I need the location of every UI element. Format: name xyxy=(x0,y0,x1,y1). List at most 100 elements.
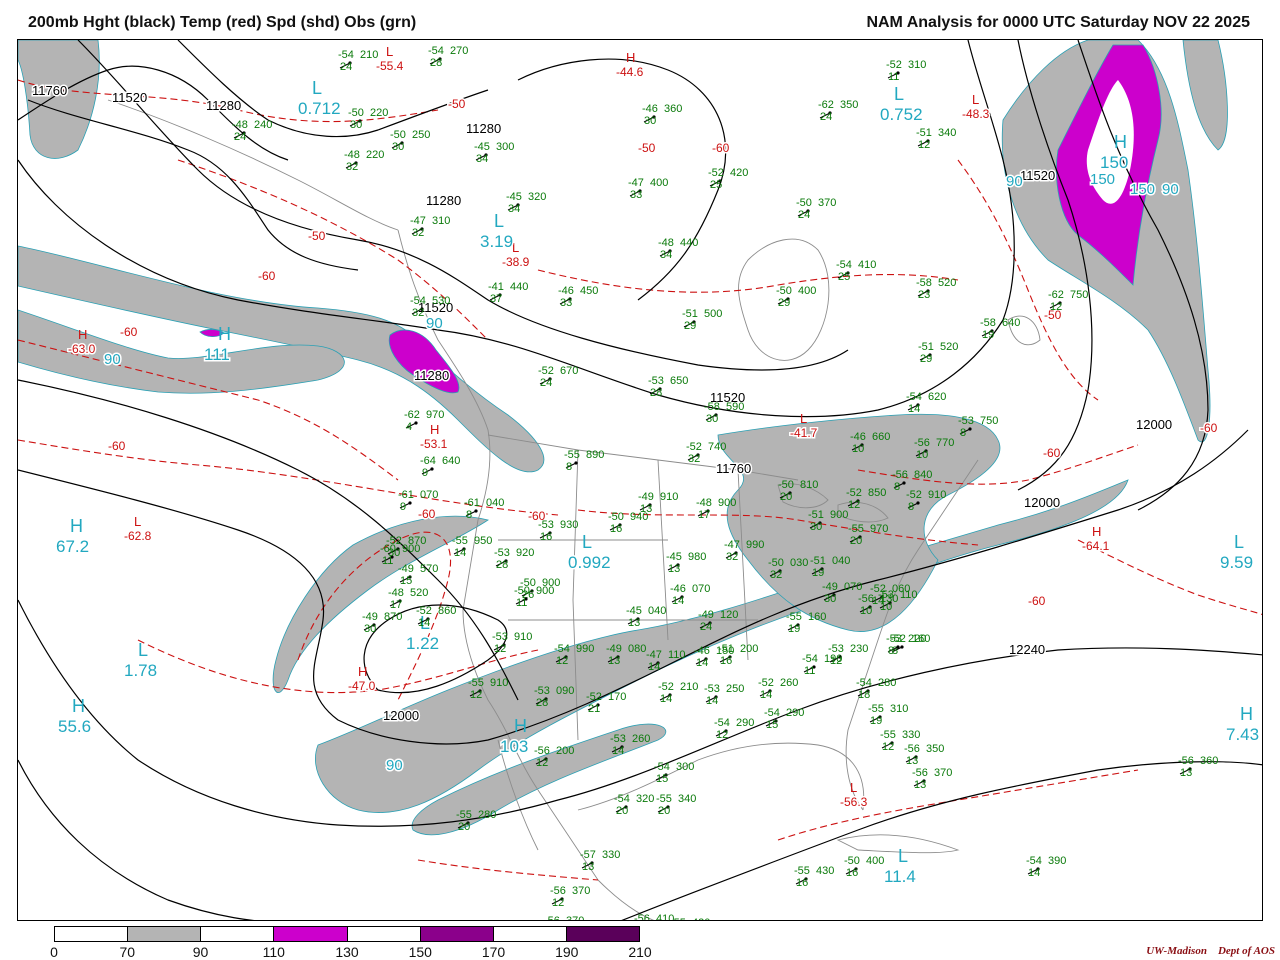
obs-temp: -58 xyxy=(980,317,996,329)
legend-label: 130 xyxy=(335,944,359,960)
obs-dewpoint-depression: 18 xyxy=(858,689,870,701)
obs-dewpoint-depression: 15 xyxy=(766,719,778,731)
obs-height: 440 xyxy=(680,237,698,249)
obs-temp: -61 xyxy=(464,497,480,509)
speed-extrema-value: 0.992 xyxy=(568,553,611,572)
obs-height: 420 xyxy=(692,917,710,921)
legend-bin-2 xyxy=(201,927,275,941)
obs-dewpoint-depression: 19 xyxy=(870,715,882,727)
obs-dewpoint-depression: 19 xyxy=(982,329,994,341)
isotach-label: 150 xyxy=(1130,181,1155,198)
obs-temp: -50 xyxy=(514,585,530,597)
obs-dewpoint-depression: 32 xyxy=(412,227,424,239)
speed-extrema-value: 103 xyxy=(500,737,528,756)
obs-dewpoint-depression: 28 xyxy=(650,387,662,399)
obs-temp: -46 xyxy=(850,431,866,443)
obs-height: 320 xyxy=(636,793,654,805)
obs-height: 220 xyxy=(366,149,384,161)
obs-height: 370 xyxy=(566,915,584,921)
height-label: 11280 xyxy=(206,98,241,113)
height-label: 12000 xyxy=(1024,495,1060,510)
obs-temp: -52 xyxy=(906,489,922,501)
obs-height: 900 xyxy=(830,509,848,521)
obs-height: 620 xyxy=(928,391,946,403)
weather-map[interactable]: 11760 11520 11280 11280 11520 11280 11520 11520… xyxy=(17,39,1263,921)
obs-dewpoint-depression: 13 xyxy=(914,779,926,791)
obs-height: 310 xyxy=(908,59,926,71)
height-label: 11760 xyxy=(32,83,67,98)
obs-temp: -52 xyxy=(586,691,602,703)
obs-dewpoint-depression: 14 xyxy=(454,547,466,559)
obs-dewpoint-depression: 12 xyxy=(830,655,842,667)
obs-dewpoint-depression: 12 xyxy=(1050,301,1062,313)
obs-height: 520 xyxy=(410,587,428,599)
obs-height: 200 xyxy=(740,643,758,655)
obs-dewpoint-depression: 4 xyxy=(406,421,412,433)
obs-dewpoint-depression: 12 xyxy=(552,897,564,909)
obs-temp: -52 xyxy=(538,365,554,377)
obs-temp: -62 xyxy=(404,409,420,421)
obs-temp: -45 xyxy=(506,191,522,203)
obs-temp: -49 xyxy=(398,563,414,575)
height-label: 11280 xyxy=(414,368,449,383)
obs-temp: -53 xyxy=(704,683,720,695)
obs-temp: -54 xyxy=(1026,855,1042,867)
obs-temp: -54 xyxy=(714,717,730,729)
height-label: 12240 xyxy=(1009,642,1045,657)
obs-height: 420 xyxy=(730,167,748,179)
obs-dewpoint-depression: 33 xyxy=(630,189,642,201)
obs-dewpoint-depression: 30 xyxy=(350,119,362,131)
legend-bin-6 xyxy=(493,927,567,941)
obs-dewpoint-depression: 30 xyxy=(644,115,656,127)
obs-temp: -50 xyxy=(844,855,860,867)
obs-dewpoint-depression: 8 xyxy=(960,427,966,439)
obs-temp: -49 xyxy=(606,643,622,655)
obs-height: 370 xyxy=(934,767,952,779)
obs-height: 360 xyxy=(1200,755,1218,767)
obs-height: 200 xyxy=(556,745,574,757)
temp-extrema: -55.4 xyxy=(376,59,404,73)
obs-height: 260 xyxy=(632,733,650,745)
obs-dewpoint-depression: 28 xyxy=(496,559,508,571)
obs-temp: -52 xyxy=(886,59,902,71)
temp-extrema-mark: L xyxy=(972,92,979,107)
temp-extrema: -48.3 xyxy=(962,107,990,121)
obs-height: 440 xyxy=(510,281,528,293)
obs-dewpoint-depression: 15 xyxy=(400,575,412,587)
credit: UW-Madison Dept of AOS xyxy=(1143,944,1278,958)
speed-extrema-value: 150 xyxy=(1100,153,1128,172)
obs-height: 110 xyxy=(900,589,918,601)
obs-height: 890 xyxy=(586,449,604,461)
speed-high-mark: H xyxy=(72,696,85,716)
obs-temp: -46 xyxy=(558,285,574,297)
obs-height: 270 xyxy=(450,45,468,57)
obs-height: 840 xyxy=(914,469,932,481)
height-label: 11280 xyxy=(466,121,501,136)
obs-height: 910 xyxy=(660,491,678,503)
height-label: 11520 xyxy=(1020,168,1055,183)
obs-height: 170 xyxy=(608,691,626,703)
obs-dewpoint-depression: 11 xyxy=(804,665,815,677)
speed-extrema-value: 0.712 xyxy=(298,99,341,118)
obs-temp: -48 xyxy=(658,237,674,249)
legend-bin-3 xyxy=(274,927,348,941)
obs-temp: -49 xyxy=(822,581,838,593)
obs-height: 530 xyxy=(432,295,450,307)
temp-extrema-mark: L xyxy=(850,780,857,795)
obs-dewpoint-depression: 33 xyxy=(560,297,572,309)
legend-label: 0 xyxy=(50,944,58,960)
obs-height: 370 xyxy=(818,197,836,209)
obs-temp: -53 xyxy=(492,631,508,643)
obs-temp: -55 xyxy=(456,809,472,821)
run-title: NAM Analysis for 0000 UTC Saturday NOV 2… xyxy=(866,14,1250,31)
obs-temp: -54 xyxy=(836,259,852,271)
obs-temp: -54 xyxy=(554,643,570,655)
obs-dewpoint-depression: 34 xyxy=(508,203,520,215)
obs-height: 400 xyxy=(798,285,816,297)
obs-dewpoint-depression: 8 xyxy=(888,645,894,657)
obs-height: 750 xyxy=(980,415,998,427)
obs-height: 850 xyxy=(868,487,886,499)
obs-temp: -54 xyxy=(338,49,354,61)
obs-height: 330 xyxy=(902,729,920,741)
obs-height: 400 xyxy=(866,855,884,867)
